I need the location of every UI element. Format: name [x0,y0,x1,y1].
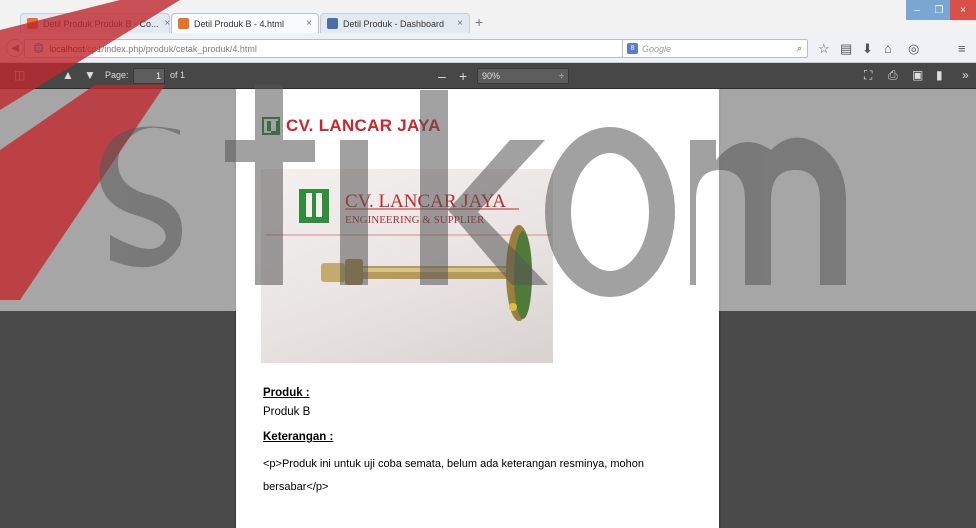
url-host: localhost [49,43,85,54]
page-favicon-icon [178,18,189,29]
search-icon[interactable]: ⌕ [797,43,802,54]
bookmark-icon[interactable]: ▮ [936,68,943,82]
tab-close-icon[interactable]: × [451,18,463,29]
page-favicon-icon [327,18,338,29]
library-icon[interactable]: ▤ [840,41,852,57]
page-label: Page: [105,70,129,80]
tab-detil-produk-dashboard[interactable]: Detil Produk - Dashboard × [320,13,470,33]
close-window-button[interactable]: × [950,0,976,20]
next-page-icon[interactable]: ▼ [84,68,96,82]
page-favicon-icon [27,18,38,29]
new-tab-button[interactable]: + [475,14,483,30]
tab-bar: Detil Produk Produk B - Co... × Detil Pr… [0,0,976,33]
pdf-page: CV. LANCAR JAYA CV. LANCAR JAYA ENGINEER… [236,89,719,528]
bolt-thread [321,263,345,282]
fullscreen-icon[interactable]: ⛶ [864,68,872,83]
save-icon[interactable]: ▣ [912,68,923,82]
zoom-value: 90% [482,71,501,81]
search-input[interactable]: 8 Google ⌕ [622,39,808,58]
globe-icon: 🌐 [33,43,45,53]
bolt-flange-hole [509,303,517,311]
photo-banner-subtitle: ENGINEERING & SUPPLIER [345,214,485,226]
product-photo-drawing: CV. LANCAR JAYA ENGINEERING & SUPPLIER [265,189,551,321]
search-engine-icon[interactable]: 8 [627,43,638,54]
page-count: of 1 [170,70,186,80]
photo-logo-mark [299,189,329,223]
tab-close-icon[interactable]: × [300,18,312,29]
tab-detil-produk-b-4[interactable]: Detil Produk B - 4.html × [171,13,319,33]
photo-logo-mark [306,193,312,217]
maximize-button[interactable]: ❐ [928,0,950,20]
produk-label: Produk : [263,387,310,399]
tab-detil-produk-b-co[interactable]: Detil Produk Produk B - Co... × [20,13,170,33]
prev-page-icon[interactable]: ▲ [62,68,74,82]
url-path: /cp1/index.php/produk/cetak_produk/4.htm… [84,43,257,54]
produk-value: Produk B [263,406,311,418]
page-number-input[interactable] [133,68,165,84]
company-name: CV. LANCAR JAYA [286,116,441,135]
tab-label: Detil Produk - Dashboard [343,18,445,29]
product-photo: CV. LANCAR JAYA ENGINEERING & SUPPLIER [261,169,553,363]
search-placeholder: Google [642,43,672,54]
zoom-select[interactable]: 90% ÷ [477,68,569,84]
photo-logo-mark [316,193,322,217]
tab-label: Detil Produk B - 4.html [194,18,285,29]
chevron-down-icon: ÷ [559,71,564,81]
tab-label: Detil Produk Produk B - Co... [43,18,159,29]
bolt-nut [345,259,363,285]
home-icon[interactable]: ⌂ [884,41,892,56]
company-header: CV. LANCAR JAYA [262,116,441,136]
pdf-toolbar: ◫ ▲ ▼ Page: of 1 – + 90% ÷ ⛶ ⎙ ▣ ▮ » [0,63,976,89]
download-icon[interactable]: ⬇ [862,41,873,57]
more-tools-icon[interactable]: » [962,68,969,82]
url-bar[interactable]: 🌐 localhost/cp1/index.php/produk/cetak_p… [24,39,696,58]
keterangan-value: <p>Produk ini untuk uji coba semata, bel… [263,458,644,493]
menu-icon[interactable]: ≡ [958,41,966,56]
company-logo-icon [262,117,280,135]
keterangan-label: Keterangan : [263,431,334,443]
zoom-out-button[interactable]: – [438,68,446,84]
pdf-viewer[interactable]: CV. LANCAR JAYA CV. LANCAR JAYA ENGINEER… [0,89,976,528]
sidebar-toggle-icon[interactable]: ◫ [14,68,25,82]
star-icon[interactable]: ☆ [818,41,830,57]
back-icon[interactable]: ◀ [6,39,24,57]
tab-close-icon[interactable]: × [159,18,169,29]
addon-icon[interactable]: ◎ [908,41,919,57]
navigation-bar: ◀ 🌐 localhost/cp1/index.php/produk/cetak… [0,33,976,63]
minimize-button[interactable]: – [906,0,928,20]
print-icon[interactable]: ⎙ [888,68,898,83]
zoom-in-button[interactable]: + [459,68,467,84]
